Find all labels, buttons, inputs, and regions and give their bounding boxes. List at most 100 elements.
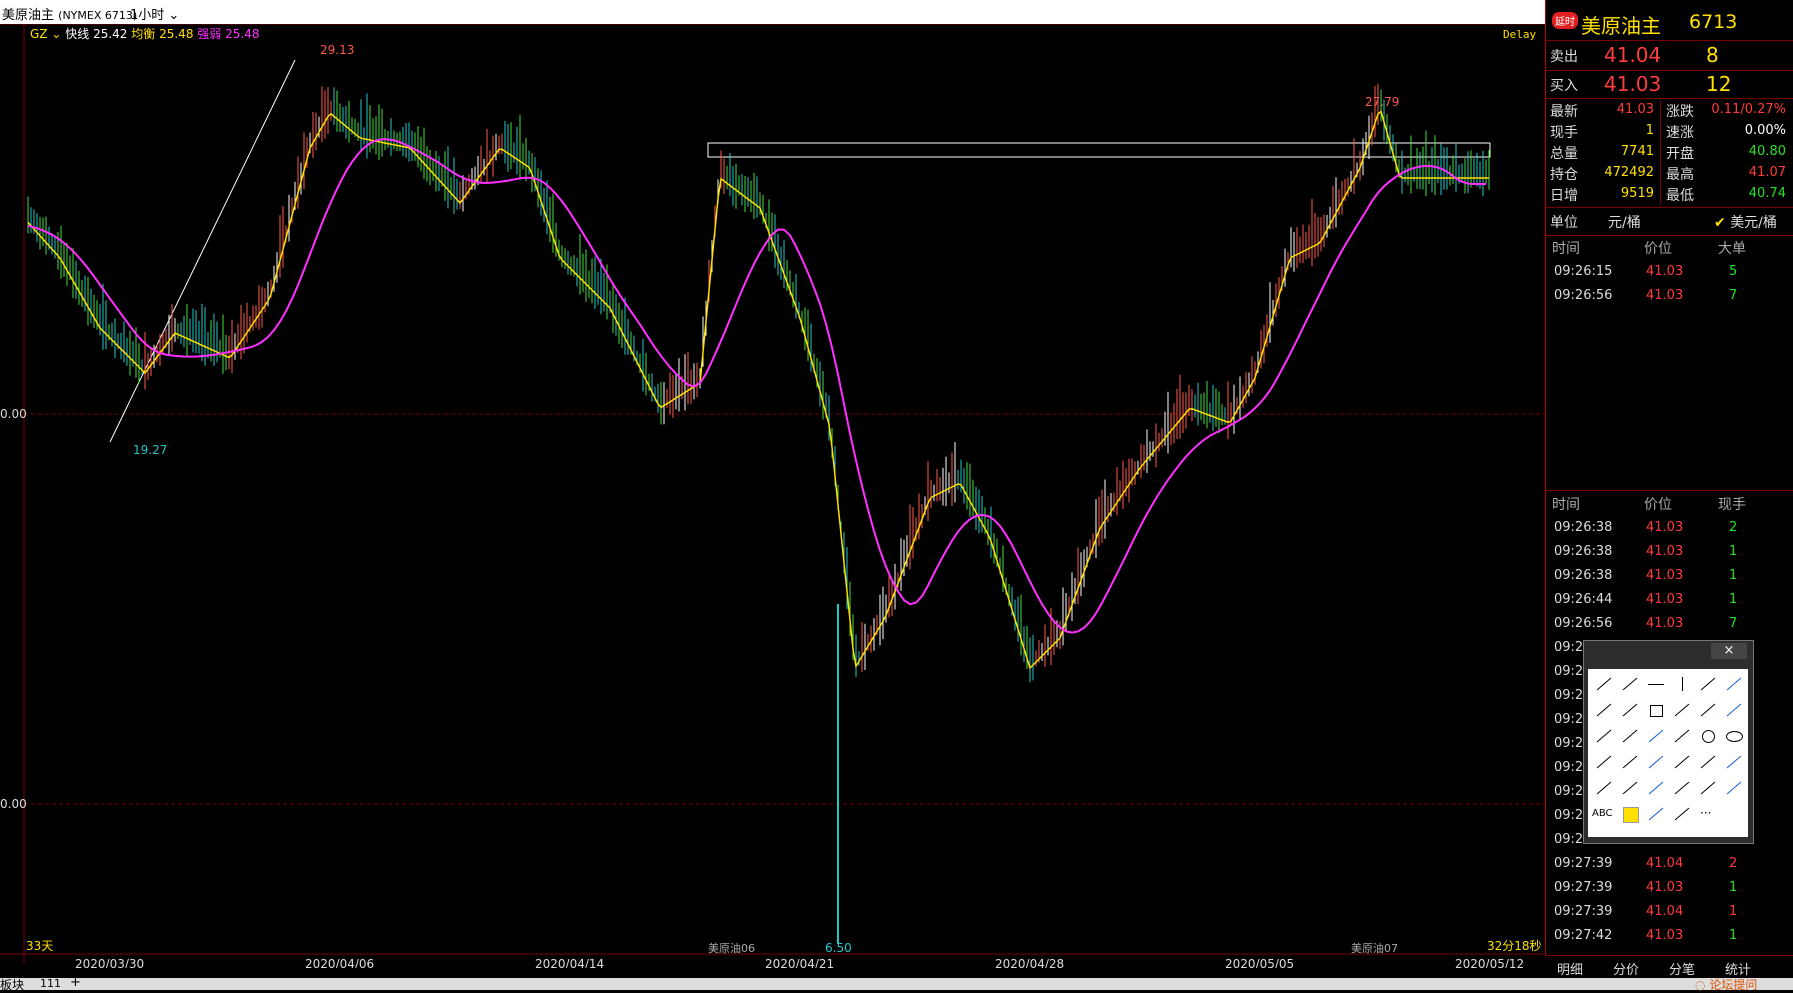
- contract-marker-1: 美原油06: [708, 941, 755, 955]
- parallel-tool-icon[interactable]: [1592, 699, 1616, 721]
- stat-label: 日增: [1550, 188, 1578, 204]
- stat-value: 7741: [1620, 144, 1654, 159]
- date-label: 2020/04/14: [535, 957, 604, 968]
- fib-ext-tool-icon[interactable]: [1670, 751, 1694, 773]
- ray-tool-icon[interactable]: [1618, 673, 1642, 695]
- wave-tool-icon[interactable]: [1696, 699, 1720, 721]
- fib-retrace-tool-icon[interactable]: [1644, 751, 1668, 773]
- golden-tool-icon[interactable]: [1592, 725, 1616, 747]
- stat-label: 最高: [1666, 167, 1694, 183]
- eraser-tool-icon[interactable]: [1644, 803, 1668, 825]
- tab-trades[interactable]: 分笔: [1669, 959, 1695, 978]
- stat-label: 持仓: [1550, 167, 1578, 183]
- strong-value: 25.48: [225, 27, 259, 41]
- indicator-name: GZ: [30, 27, 48, 41]
- big-trade-row: 09:26:15 41.03 5: [1554, 264, 1738, 279]
- delay-label: Delay: [1503, 28, 1536, 41]
- fib-fan-tool-icon[interactable]: [1592, 751, 1616, 773]
- tick-row: 09:26:56 41.03 7: [1554, 616, 1738, 631]
- period-selector[interactable]: 1小时 ⌄: [130, 4, 179, 23]
- balance-label: 均衡: [131, 27, 155, 41]
- arrow-tool-icon[interactable]: [1696, 673, 1720, 695]
- flag-tool-icon[interactable]: [1670, 803, 1694, 825]
- unit-alt-checkbox[interactable]: ✔ 美元/桶: [1714, 212, 1777, 232]
- stat-value: 472492: [1604, 165, 1654, 180]
- candlestick-chart[interactable]: 0.00 0.00 GZ ⌄ 快线 25.42 均衡 25.48 强弱 25.4…: [0, 24, 1545, 968]
- tick-row: 09:27:39 41.03 1: [1554, 880, 1738, 895]
- arc-tool-icon[interactable]: [1722, 699, 1746, 721]
- balance-value: 25.48: [159, 27, 193, 41]
- stat-label: 现手: [1550, 125, 1578, 141]
- stat-label: 最低: [1666, 188, 1694, 204]
- rect-tool-icon[interactable]: [1644, 699, 1668, 721]
- instrument-title: 美原油主 (NYMEX 6713): [2, 8, 138, 23]
- bottom-left-label: 33天: [26, 939, 53, 953]
- date-label: 2020/04/06: [305, 957, 374, 968]
- add-tab-button[interactable]: +: [70, 975, 81, 990]
- fan-tool-icon[interactable]: [1618, 725, 1642, 747]
- stat-value: 40.80: [1748, 144, 1786, 159]
- date-label: 2020/04/21: [765, 957, 834, 968]
- stat-label: 开盘: [1666, 146, 1694, 162]
- triangle-tool-icon[interactable]: [1670, 699, 1694, 721]
- tick-row: 09:26:38 41.03 1: [1554, 544, 1738, 559]
- cycle2-tool-icon[interactable]: [1618, 777, 1642, 799]
- stat-value: 9519: [1620, 186, 1654, 201]
- andrews-tool-icon[interactable]: [1696, 751, 1720, 773]
- tick-row: 09:26:44 41.03 1: [1554, 592, 1738, 607]
- hline-tool-icon[interactable]: [1644, 673, 1668, 695]
- color-tool-icon[interactable]: [1618, 803, 1642, 825]
- tick-row: 09:27:42 41.03 1: [1554, 928, 1738, 943]
- forum-link[interactable]: ◌ 论坛提问: [1695, 976, 1757, 993]
- stat-label: 总量: [1550, 146, 1578, 162]
- vline-tool-icon[interactable]: [1670, 673, 1694, 695]
- tick-row: 09:27:39 41.04 1: [1554, 904, 1738, 919]
- stat-row: 总量 7741 开盘 40.80: [1546, 142, 1793, 164]
- tab-sector[interactable]: 板块: [0, 976, 24, 993]
- bottom-right-label: 32分18秒: [1487, 939, 1542, 953]
- time-zone-tool-icon[interactable]: [1644, 777, 1668, 799]
- ellipse-tool-icon[interactable]: [1722, 725, 1746, 747]
- stat-label: 涨跌: [1666, 104, 1694, 120]
- text-e-tool-icon[interactable]: [1722, 777, 1746, 799]
- channel-tool-icon[interactable]: [1722, 751, 1746, 773]
- tick-header: 时间 价位 现手: [1552, 497, 1746, 513]
- date-label: 2020/04/28: [995, 957, 1064, 968]
- ask-row: 卖出 41.04 8: [1550, 43, 1719, 67]
- line-tool-icon[interactable]: [1592, 673, 1616, 695]
- high-annotation: 29.13: [320, 43, 354, 57]
- fast-label: 快线: [65, 27, 89, 41]
- ruler-tool-icon[interactable]: [1696, 777, 1720, 799]
- stat-label: 最新: [1550, 104, 1578, 120]
- more-tool-icon[interactable]: ···: [1696, 803, 1720, 825]
- instrument-name: 美原油主: [1581, 14, 1661, 38]
- gann-tool-icon[interactable]: [1644, 725, 1668, 747]
- zigzag-tool-icon[interactable]: [1618, 699, 1642, 721]
- up-arrow-tool-icon[interactable]: [1670, 777, 1694, 799]
- big-trade-row: 09:26:56 41.03 7: [1554, 288, 1738, 303]
- high2-annotation: 27.79: [1365, 95, 1399, 109]
- text-tool-icon[interactable]: ABC: [1592, 803, 1616, 825]
- tab-detail[interactable]: 明细: [1557, 959, 1583, 978]
- arc2-tool-icon[interactable]: [1670, 725, 1694, 747]
- instrument-header: 延时 美原油主 6713: [1546, 8, 1793, 38]
- arrow-down-tool-icon[interactable]: [1722, 673, 1746, 695]
- tab-price[interactable]: 分价: [1613, 959, 1639, 978]
- stat-value: 41.03: [1616, 102, 1654, 117]
- date-label: 2020/03/30: [75, 957, 144, 968]
- drawing-toolbox: × ABC ···: [1583, 640, 1754, 844]
- speed-line-tool-icon[interactable]: [1618, 751, 1642, 773]
- stat-value: 1: [1645, 123, 1654, 138]
- date-label: 2020/05/12: [1455, 957, 1524, 968]
- stat-value: 0.00%: [1744, 123, 1786, 138]
- bid-row: 买入 41.03 12: [1550, 72, 1732, 96]
- stat-row: 最新 41.03 涨跌 0.11/0.27%: [1546, 100, 1793, 122]
- close-button[interactable]: ×: [1711, 643, 1747, 659]
- instrument-code: 6713: [1689, 11, 1738, 33]
- tab-111[interactable]: 111: [40, 977, 61, 990]
- fast-value: 25.42: [93, 27, 127, 41]
- status-bar: 板块 111 + ◌ 论坛提问: [0, 975, 1793, 993]
- contract-marker-2: 美原油07: [1351, 941, 1398, 955]
- circle-tool-icon[interactable]: [1696, 725, 1720, 747]
- cycle-tool-icon[interactable]: [1592, 777, 1616, 799]
